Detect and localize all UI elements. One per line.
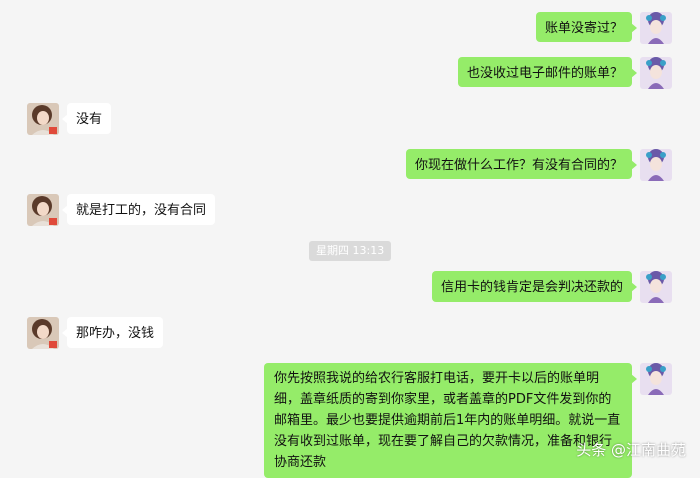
message-bubble-self[interactable]: 你现在做什么工作？有没有合同的？ xyxy=(405,149,638,179)
opera-avatar-icon xyxy=(640,363,672,395)
self-avatar[interactable] xyxy=(640,363,672,395)
self-avatar[interactable] xyxy=(640,271,672,303)
contact-avatar[interactable] xyxy=(27,103,59,135)
message-bubble-contact[interactable]: 就是打工的，没有合同 xyxy=(61,194,216,225)
message-bubble-contact[interactable]: 那咋办，没钱 xyxy=(61,317,164,348)
contact-avatar[interactable] xyxy=(27,317,59,349)
contact-avatar-icon xyxy=(27,317,59,349)
message-bubble-self[interactable]: 也没收过电子邮件的账单？ xyxy=(457,57,638,87)
opera-avatar-icon xyxy=(640,57,672,89)
timestamp-divider: 星期四 13:13 xyxy=(309,241,392,261)
opera-avatar-icon xyxy=(640,12,672,44)
opera-avatar-icon xyxy=(640,271,672,303)
contact-avatar-icon xyxy=(27,103,59,135)
contact-avatar[interactable] xyxy=(27,194,59,226)
self-avatar[interactable] xyxy=(640,149,672,181)
contact-avatar-icon xyxy=(27,194,59,226)
message-bubble-self[interactable]: 账单没寄过？ xyxy=(535,12,638,42)
message-bubble-self[interactable]: 你先按照我说的给农行客服打电话，要开卡以后的账单明细，盖章纸质的寄到你家里，或者… xyxy=(264,363,637,478)
message-bubble-contact[interactable]: 没有 xyxy=(61,103,112,134)
self-avatar[interactable] xyxy=(640,12,672,44)
message-bubble-self[interactable]: 信用卡的钱肯定是会判决还款的 xyxy=(431,271,638,302)
self-avatar[interactable] xyxy=(640,57,672,89)
watermark-text: 头条 @江南曲苑 xyxy=(576,441,686,459)
opera-avatar-icon xyxy=(640,149,672,181)
